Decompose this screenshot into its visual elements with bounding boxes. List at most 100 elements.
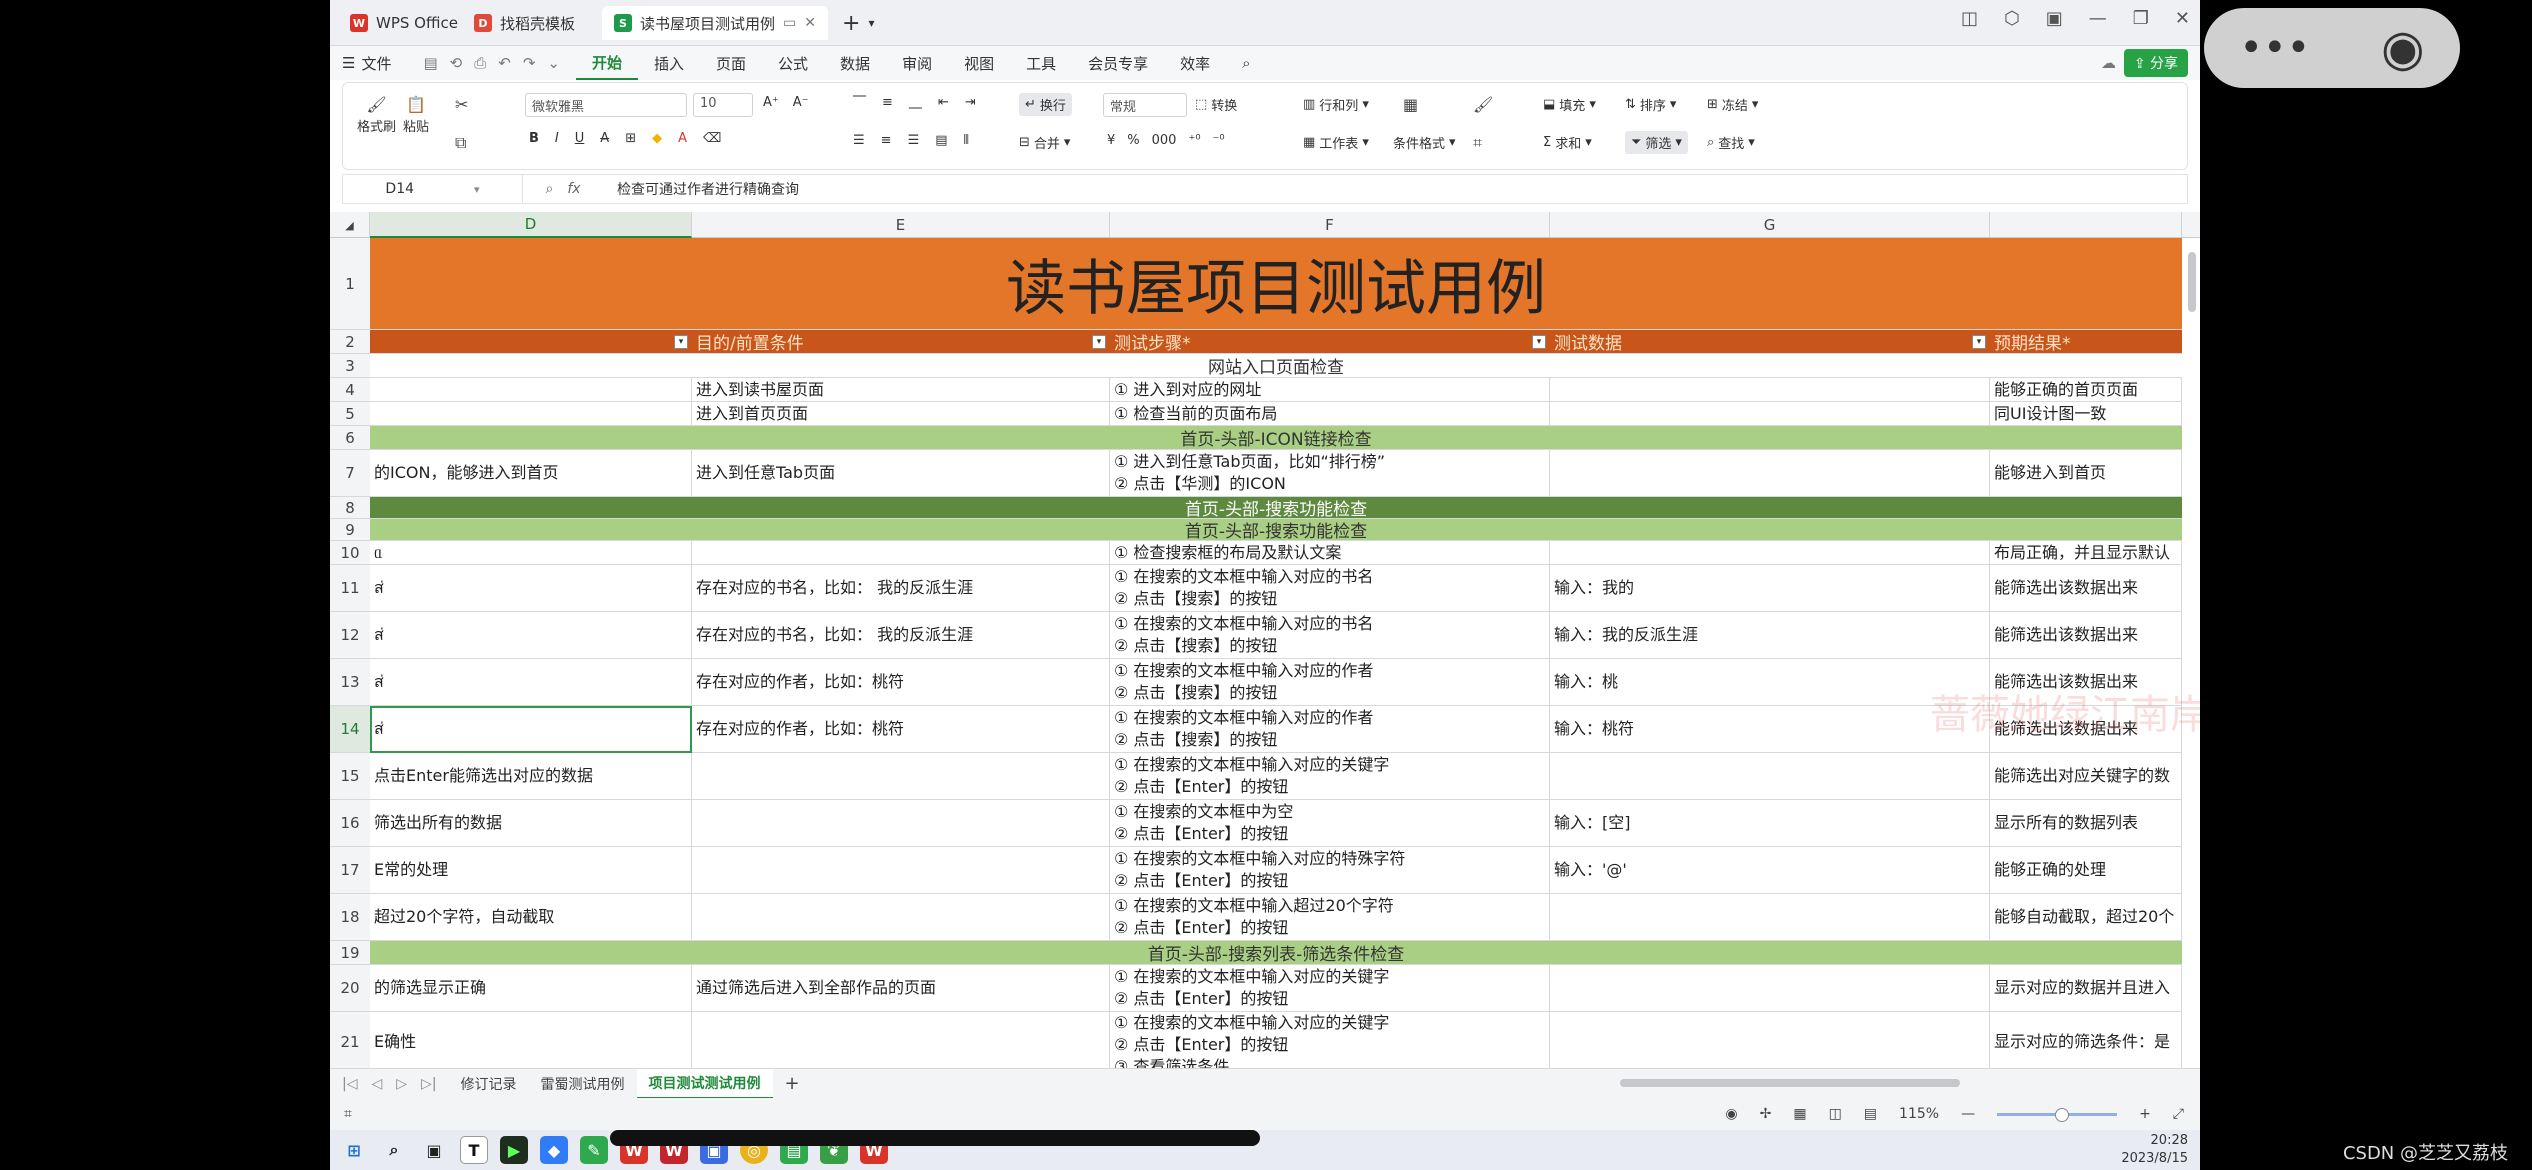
page-layout-icon[interactable]: ◫ xyxy=(1829,1106,1842,1122)
spreadsheet-grid[interactable]: ◢ D E F G 1 2 3 4 5 6 7 8 9 10 11 12 13 14 15 16 17 18 19 2… xyxy=(330,212,2200,1068)
cell-g[interactable]: 输入：桃 xyxy=(1550,659,1990,705)
font-color-icon[interactable]: A xyxy=(678,131,687,146)
cell-h[interactable]: 能筛选出对应关键字的数 xyxy=(1990,753,2182,799)
chevron-down-icon[interactable]: ⌄ xyxy=(547,54,560,72)
column-header-f[interactable]: F xyxy=(1110,212,1550,238)
rows-cols-button[interactable]: ▥ 行和列 ▾ xyxy=(1303,95,1369,114)
cell-e[interactable] xyxy=(692,541,1110,564)
cell-h[interactable]: 能够进入到首页 xyxy=(1990,450,2182,496)
menu-data[interactable]: 数据 xyxy=(824,46,886,80)
zoom-out-icon[interactable]: — xyxy=(1961,1106,1975,1122)
find-button[interactable]: ⌕ 查找 ▾ xyxy=(1707,133,1755,152)
pycharm-icon[interactable]: ▶ xyxy=(500,1136,528,1164)
scroll-thumb[interactable] xyxy=(1620,1079,1960,1087)
task-view-icon[interactable]: ▣ xyxy=(420,1136,448,1164)
normal-view-icon[interactable]: ▦ xyxy=(1793,1106,1806,1122)
typora-icon[interactable]: T xyxy=(460,1136,488,1164)
fx-icon[interactable]: fx xyxy=(567,181,580,197)
tab-spreadsheet[interactable]: S 读书屋项目测试用例 ▭ ✕ xyxy=(602,6,828,40)
sort-button[interactable]: ⇅ 排序 ▾ xyxy=(1625,95,1676,114)
macro-icon[interactable]: ⌗ xyxy=(344,1106,352,1122)
cell-f[interactable]: ① 进入到任意Tab页面，比如“排行榜” ② 点击【华测】的ICON xyxy=(1110,450,1550,496)
row-header[interactable]: 11 xyxy=(330,565,370,612)
cell-e[interactable]: 存在对应的作者，比如：桃符 xyxy=(692,706,1110,752)
menu-formula[interactable]: 公式 xyxy=(762,46,824,80)
decimal-increase-icon[interactable]: ⁺⁰ xyxy=(1188,133,1200,148)
distribute-icon[interactable]: ⫴ xyxy=(964,133,969,148)
decimal-decrease-icon[interactable]: ⁻⁰ xyxy=(1213,133,1225,148)
bold-icon[interactable]: B xyxy=(529,131,539,146)
cell-e[interactable]: 进入到读书屋页面 xyxy=(692,378,1110,401)
redo-icon[interactable]: ↷ xyxy=(523,54,536,72)
close-tab-icon[interactable]: ✕ xyxy=(804,15,816,31)
row-header[interactable]: 6 xyxy=(330,426,370,450)
cell-g[interactable]: 输入：我的反派生涯 xyxy=(1550,612,1990,658)
cell-f[interactable]: ① 在搜索的文本框中输入对应的作者 ② 点击【搜索】的按钮 xyxy=(1110,659,1550,705)
cell-e[interactable] xyxy=(692,1012,1110,1068)
fill-color-icon[interactable]: ◆ xyxy=(652,131,662,146)
italic-icon[interactable]: I xyxy=(555,131,559,146)
cell-d[interactable] xyxy=(370,378,692,401)
cell-f[interactable]: ① 在搜索的文本框中输入对应的关键字 ② 点击【Enter】的按钮 ③ 查看筛选条件 xyxy=(1110,1012,1550,1068)
cell-f[interactable]: ① 在搜索的文本框中输入对应的特殊字符 ② 点击【Enter】的按钮 xyxy=(1110,847,1550,893)
fullscreen-icon[interactable]: ⤢ xyxy=(2173,1106,2184,1122)
column-header-g[interactable]: G xyxy=(1550,212,1990,238)
menu-home[interactable]: 开始 xyxy=(575,46,638,80)
strikethrough-icon[interactable]: A xyxy=(600,131,609,146)
menu-efficiency[interactable]: 效率 xyxy=(1164,46,1226,80)
cell-e[interactable]: 存在对应的作者，比如：桃符 xyxy=(692,659,1110,705)
row-header[interactable]: 2 xyxy=(330,330,370,354)
cell-d[interactable]: 筛选出所有的数据 xyxy=(370,800,692,846)
cell-e[interactable]: 进入到任意Tab页面 xyxy=(692,450,1110,496)
cell-h[interactable]: 同UI设计图一致 xyxy=(1990,402,2182,425)
cell-e[interactable]: 存在对应的书名，比如： 我的反派生涯 xyxy=(692,565,1110,611)
cell-h[interactable]: 显示所有的数据列表 xyxy=(1990,800,2182,846)
sheet-tab-revision[interactable]: 修订记录 xyxy=(449,1069,529,1099)
menu-member[interactable]: 会员专享 xyxy=(1072,46,1164,80)
align-middle-icon[interactable]: ≡ xyxy=(882,95,893,110)
cell-d[interactable]: ส่ xyxy=(370,565,692,611)
cell-d[interactable]: ส่ xyxy=(370,612,692,658)
cell-d[interactable]: 超过20个字符，自动截取 xyxy=(370,894,692,940)
sheet-tab-project[interactable]: 项目测试测试用例 xyxy=(636,1068,773,1099)
cell-d[interactable]: 的ICON，能够进入到首页 xyxy=(370,450,692,496)
search-icon[interactable]: ⌕ xyxy=(380,1136,408,1164)
windows-start-icon[interactable]: ⊞ xyxy=(340,1136,368,1164)
cell-d[interactable]: ᥲ xyxy=(370,541,692,564)
horizontal-scrollbar[interactable] xyxy=(1580,1079,2180,1089)
row-header[interactable]: 14 xyxy=(330,706,370,753)
share-button[interactable]: ⇪ 分享 xyxy=(2123,49,2188,77)
filter-button[interactable]: ⏷ 筛选 ▾ xyxy=(1625,131,1688,154)
row-header[interactable]: 8 xyxy=(330,497,370,519)
tab-wps-office[interactable]: W WPS Office xyxy=(338,6,470,40)
wrap-text-button[interactable]: ↵ 换行 xyxy=(1019,93,1072,116)
scroll-thumb[interactable] xyxy=(2188,252,2196,312)
convert-button[interactable]: ⬚ 转换 xyxy=(1195,95,1237,114)
menu-insert[interactable]: 插入 xyxy=(638,46,700,80)
sum-button[interactable]: Σ 求和 ▾ xyxy=(1543,133,1592,152)
feishu-icon[interactable]: ◆ xyxy=(540,1136,568,1164)
decrease-font-icon[interactable]: A⁻ xyxy=(793,95,809,110)
notes-icon[interactable]: ✎ xyxy=(580,1136,608,1164)
row-header[interactable]: 15 xyxy=(330,753,370,800)
zoom-level[interactable]: 115% xyxy=(1899,1106,1939,1122)
row-header[interactable]: 21 xyxy=(330,1012,370,1068)
cell-e[interactable] xyxy=(692,847,1110,893)
cell-g[interactable] xyxy=(1550,753,1990,799)
cell-h[interactable]: 布局正确，并且显示默认 xyxy=(1990,541,2182,564)
paste-button[interactable]: 📋 粘贴 xyxy=(403,95,429,135)
row-header[interactable]: 1 xyxy=(330,238,370,330)
page-break-icon[interactable]: ▤ xyxy=(1864,1106,1877,1122)
last-sheet-icon[interactable]: ▷| xyxy=(421,1076,436,1092)
cell-f[interactable]: ① 在搜索的文本框中输入对应的作者 ② 点击【搜索】的按钮 xyxy=(1110,706,1550,752)
zoom-in-icon[interactable]: + xyxy=(2139,1106,2151,1122)
row-header[interactable]: 13 xyxy=(330,659,370,706)
search-icon[interactable]: ⌕ xyxy=(1226,46,1266,80)
cell-d[interactable]: 点击Enter能筛选出对应的数据 xyxy=(370,753,692,799)
cell-g[interactable]: 输入：桃符 xyxy=(1550,706,1990,752)
cell-g[interactable] xyxy=(1550,402,1990,425)
close-window-icon[interactable]: ✕ xyxy=(2175,8,2190,29)
cell-f[interactable]: ① 在搜索的文本框中输入对应的书名 ② 点击【搜索】的按钮 xyxy=(1110,612,1550,658)
tab-docer[interactable]: D 找稻壳模板 xyxy=(462,6,587,40)
row-header[interactable]: 18 xyxy=(330,894,370,941)
